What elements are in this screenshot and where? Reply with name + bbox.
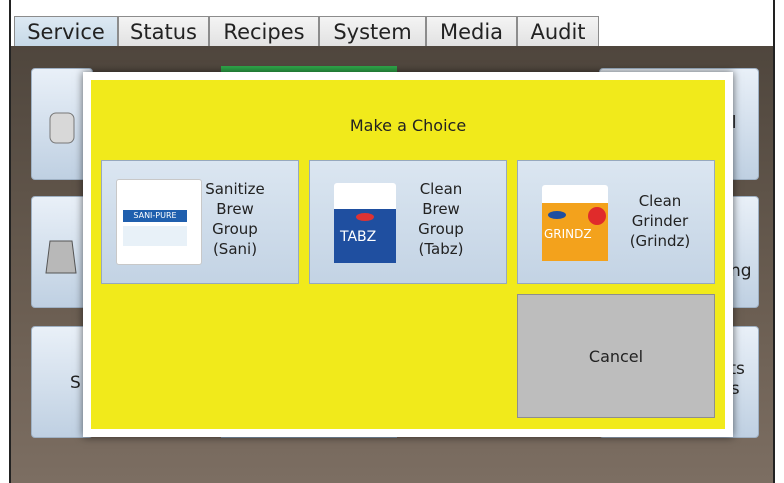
tab-system[interactable]: System [319,16,426,46]
tabz-label: TABZ [340,229,377,245]
clean-grinder-label: Clean Grinder (Grindz) [618,191,702,251]
clean-brew-line3: Group [418,220,464,238]
sani-pure-product-image: SANI-PURE [116,179,202,265]
clean-brew-line1: Clean [419,180,463,198]
grindz-product-image: GRINDZ [542,185,608,261]
urnex-logo-icon [548,211,566,219]
sanitize-line4: (Sani) [212,240,258,258]
clean-grinder-line2: Grinder [631,212,689,230]
choice-dialog: Make a Choice SANI-PURE Sanitize Brew Gr… [83,72,733,437]
tab-bar: Service Status Recipes System Media Audi… [11,14,773,48]
sanitize-line3: Group [212,220,258,238]
tabz-product-image: TABZ [334,183,396,263]
clean-brew-line4: (Tabz) [418,240,464,258]
tab-status[interactable]: Status [118,16,209,46]
tab-recipes[interactable]: Recipes [209,16,319,46]
clean-grinder-button[interactable]: GRINDZ Clean Grinder (Grindz) [517,160,715,284]
sani-pure-jar-body [123,226,187,246]
clean-grinder-line1: Clean [638,192,682,210]
clean-brew-group-button[interactable]: TABZ Clean Brew Group (Tabz) [309,160,507,284]
bg-tile-left-3-label: S [70,373,81,393]
urnex-logo-icon [356,213,374,221]
tab-media[interactable]: Media [426,16,517,46]
milk-jug-icon [49,112,75,144]
sanitize-brew-group-button[interactable]: SANI-PURE Sanitize Brew Group (Sani) [101,160,299,284]
sanitize-line2: Brew [216,200,254,218]
clean-brew-line2: Brew [422,200,460,218]
dialog-title: Make a Choice [349,116,467,135]
tab-audit[interactable]: Audit [517,16,599,46]
bg-tile-right-2-label: ng [730,261,752,281]
sani-pure-label: SANI-PURE [123,210,187,222]
clean-grinder-line3: (Grindz) [629,232,691,250]
grindz-badge-icon [588,207,606,225]
clean-brew-group-label: Clean Brew Group (Tabz) [406,179,476,259]
cancel-button[interactable]: Cancel [517,294,715,418]
grindz-label: GRINDZ [544,227,592,241]
sanitize-line1: Sanitize [205,180,265,198]
tab-service[interactable]: Service [14,16,118,46]
kettle-icon [45,240,77,274]
sanitize-brew-group-label: Sanitize Brew Group (Sani) [198,179,272,259]
dialog-body: Make a Choice SANI-PURE Sanitize Brew Gr… [91,80,725,429]
